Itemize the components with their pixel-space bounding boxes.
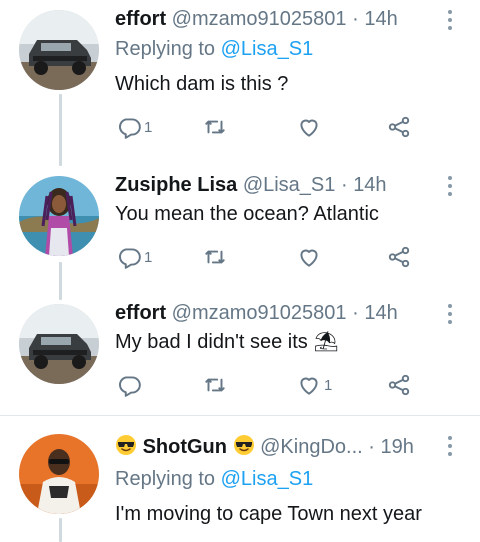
- tweet-text: I'm moving to cape Town next year: [115, 503, 422, 525]
- reply-button[interactable]: 1: [116, 113, 152, 141]
- retweet-button[interactable]: [202, 371, 228, 399]
- share-icon: [388, 374, 410, 396]
- retweet-button[interactable]: [202, 113, 228, 141]
- share-icon: [388, 116, 410, 138]
- more-vertical-icon[interactable]: [448, 304, 454, 324]
- reply-count: 1: [144, 118, 153, 136]
- avatar-man-image: [19, 434, 99, 514]
- share-button[interactable]: [386, 371, 412, 399]
- tweet[interactable]: ShotGun @KingDo... · 19h Replying to @Li…: [0, 416, 480, 542]
- retweet-icon: [205, 250, 225, 264]
- avatar[interactable]: [19, 304, 99, 384]
- retweet-icon: [205, 378, 225, 392]
- heart-icon: [300, 377, 318, 395]
- tweet[interactable]: Zusiphe Lisa @Lisa_S1 · 14h You mean the…: [0, 168, 480, 298]
- mention-link[interactable]: @Lisa_S1: [221, 38, 314, 60]
- replying-to-label: Replying to: [115, 38, 216, 60]
- tweet-actions: 1: [116, 113, 416, 141]
- tweet[interactable]: effort @mzamo91025801 · 14h My bad I did…: [0, 298, 480, 414]
- tweet-actions: 1: [116, 243, 416, 271]
- timestamp[interactable]: 19h: [381, 436, 414, 458]
- like-count: 1: [324, 376, 333, 394]
- reply-icon: [119, 248, 141, 269]
- timestamp[interactable]: 14h: [364, 302, 397, 324]
- share-button[interactable]: [386, 243, 412, 271]
- mention-link[interactable]: @Lisa_S1: [221, 468, 314, 490]
- author-handle[interactable]: @mzamo91025801: [172, 302, 347, 324]
- retweet-icon: [205, 120, 225, 134]
- reply-icon: [119, 376, 141, 397]
- separator-dot: ·: [352, 302, 359, 324]
- more-vertical-icon[interactable]: [448, 436, 454, 456]
- heart-icon: [300, 119, 318, 137]
- author-name[interactable]: ShotGun: [143, 436, 227, 458]
- more-vertical-icon[interactable]: [448, 10, 454, 30]
- more-vertical-icon[interactable]: [448, 176, 454, 196]
- heart-icon: [300, 249, 318, 267]
- avatar[interactable]: [19, 434, 99, 514]
- sunglasses-emoji-icon: [115, 434, 137, 456]
- author-handle[interactable]: @Lisa_S1: [243, 174, 336, 196]
- avatar[interactable]: [19, 10, 99, 90]
- share-icon: [388, 246, 410, 268]
- replying-to-label: Replying to: [115, 468, 216, 490]
- timestamp[interactable]: 14h: [353, 174, 386, 196]
- tweet-actions: 1: [116, 371, 416, 399]
- separator-dot: ·: [368, 436, 375, 458]
- timestamp[interactable]: 14h: [364, 8, 397, 30]
- tweet-text: You mean the ocean? Atlantic: [115, 203, 379, 225]
- reply-button[interactable]: 1: [116, 243, 152, 271]
- author-name[interactable]: effort: [115, 8, 166, 30]
- reply-icon: [119, 118, 141, 139]
- avatar-woman-beach-image: [19, 176, 99, 256]
- author-handle[interactable]: @KingDo...: [260, 436, 363, 458]
- separator-dot: ·: [340, 174, 348, 196]
- separator-dot: ·: [352, 8, 359, 30]
- avatar-truck-image: [19, 304, 99, 384]
- author-name[interactable]: effort: [115, 302, 166, 324]
- like-button[interactable]: [296, 243, 324, 271]
- tweet-text: My bad I didn't see its ⛱: [115, 331, 339, 353]
- author-handle[interactable]: @mzamo91025801: [172, 8, 347, 30]
- replying-to: Replying to @Lisa_S1: [115, 36, 313, 62]
- tweet-text: Which dam is this ?: [115, 73, 289, 95]
- like-button[interactable]: 1: [296, 371, 332, 399]
- replying-to: Replying to @Lisa_S1: [115, 466, 313, 492]
- author-name[interactable]: Zusiphe Lisa: [115, 174, 237, 196]
- tweet[interactable]: effort @mzamo91025801 · 14h Replying to …: [0, 0, 480, 168]
- thread-line: [59, 518, 62, 542]
- avatar[interactable]: [19, 176, 99, 256]
- like-button[interactable]: [296, 113, 324, 141]
- sunglasses-emoji-icon: [233, 434, 255, 456]
- reply-button[interactable]: [116, 371, 144, 399]
- avatar-truck-image: [19, 10, 99, 90]
- share-button[interactable]: [386, 113, 412, 141]
- retweet-button[interactable]: [202, 243, 228, 271]
- reply-count: 1: [144, 248, 153, 266]
